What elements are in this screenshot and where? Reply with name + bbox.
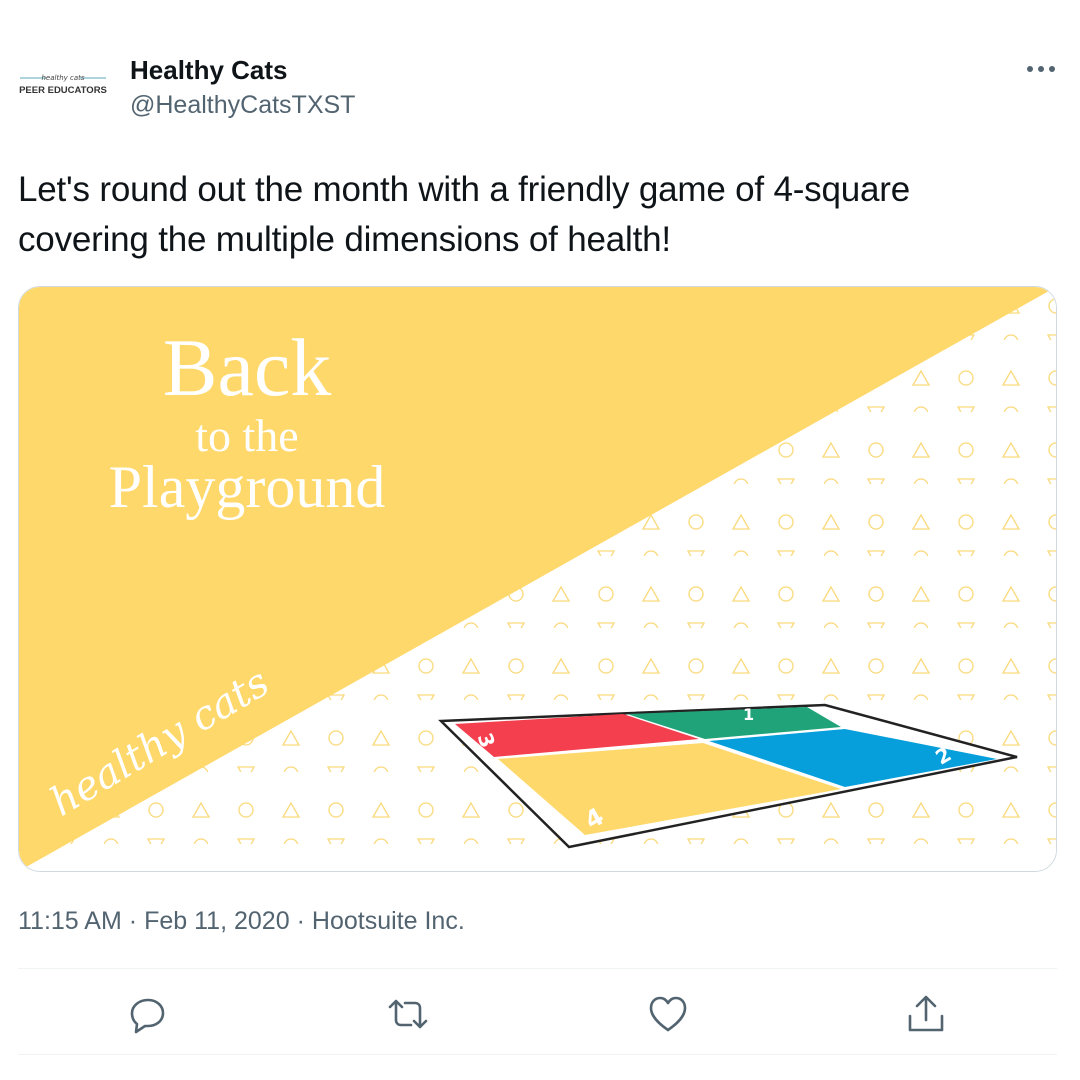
tweet-time[interactable]: 11:15 AM — [18, 907, 122, 935]
avatar[interactable]: healthy cats PEER EDUCATORS — [18, 66, 108, 102]
tweet-source[interactable]: Hootsuite Inc. — [312, 907, 465, 935]
author-name[interactable]: Healthy Cats — [130, 55, 288, 85]
like-button[interactable] — [646, 992, 690, 1036]
tweet: healthy cats PEER EDUCATORS Healthy Cats… — [0, 0, 1080, 1080]
author-handle[interactable]: @HealthyCatsTXST — [130, 90, 355, 120]
tweet-text: Let's round out the month with a friendl… — [18, 170, 910, 259]
retweet-icon — [388, 999, 428, 1029]
share-button[interactable] — [904, 992, 948, 1036]
avatar-subtitle-text: PEER EDUCATORS — [19, 85, 107, 96]
divider — [18, 1054, 1057, 1055]
reply-button[interactable] — [126, 992, 170, 1036]
meta-separator: · — [128, 907, 138, 935]
square-number-1: 1 — [743, 705, 754, 724]
promo-title-playground: Playground — [109, 454, 386, 520]
media-image[interactable]: Back to the Playground healthy cats 1 2 … — [18, 286, 1057, 872]
divider — [18, 968, 1057, 969]
tweet-meta: 11:15 AM · Feb 11, 2020 · Hootsuite Inc. — [18, 903, 465, 939]
like-icon — [649, 996, 687, 1032]
more-button[interactable] — [1020, 54, 1064, 84]
reply-icon — [130, 998, 165, 1034]
more-icon — [1027, 66, 1055, 72]
retweet-button[interactable] — [386, 992, 430, 1036]
share-icon — [908, 995, 944, 1032]
meta-separator: · — [296, 907, 305, 935]
avatar-brand-text: healthy cats — [41, 74, 84, 82]
tweet-date[interactable]: Feb 11, 2020 — [144, 907, 289, 935]
promo-title-back: Back — [163, 322, 331, 413]
